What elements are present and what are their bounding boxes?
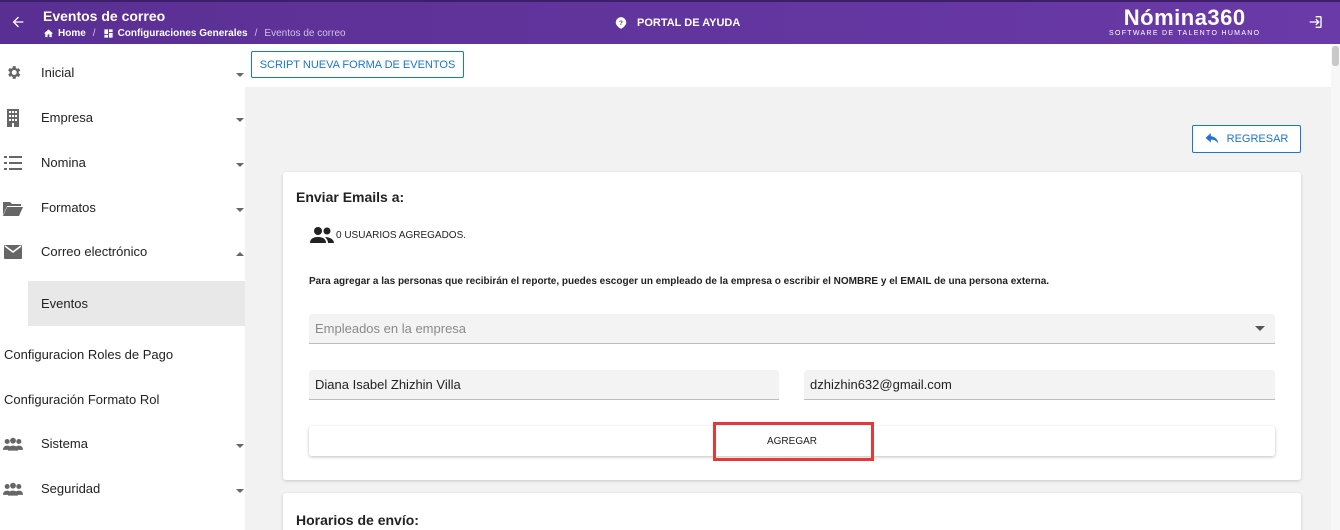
breadcrumb-home-label: Home [58, 28, 86, 39]
breadcrumb-separator: / [92, 28, 96, 39]
sidebar-item-nomina[interactable]: Nomina [0, 140, 245, 185]
sidebar-item-sistema[interactable]: Sistema [0, 421, 245, 466]
back-button[interactable]: REGRESAR [1192, 125, 1301, 153]
logout-icon[interactable] [1307, 14, 1325, 32]
sidebar-item-inicial[interactable]: Inicial [0, 50, 245, 95]
sidebar-item-label: Empresa [41, 110, 94, 125]
back-button-label: REGRESAR [1226, 133, 1289, 145]
caret-down-icon [235, 439, 245, 449]
sidebar-item-formatos[interactable]: Formatos [0, 185, 245, 230]
caret-down-icon [235, 203, 245, 213]
nomina360-logo: Nómina360 SOFTWARE DE TALENTO HUMANO [1109, 6, 1260, 38]
caret-down-icon [235, 484, 245, 494]
scrollbar-thumb[interactable] [1332, 46, 1339, 66]
group-icon [3, 479, 23, 499]
logo-tagline: SOFTWARE DE TALENTO HUMANO [1109, 30, 1261, 37]
sidebar-item-seguridad[interactable]: Seguridad [0, 466, 245, 511]
emails-card-title: Enviar Emails a: [296, 189, 405, 205]
breadcrumb-home[interactable]: Home [43, 28, 86, 39]
reply-icon [1205, 133, 1219, 144]
users-added-count: 0 USUARIOS AGREGADOS. [336, 229, 467, 241]
schedule-card-title: Horarios de envío: [296, 512, 419, 528]
help-portal-link[interactable]: ? PORTAL DE AYUDA [614, 16, 740, 30]
add-button[interactable]: AGREGAR [309, 426, 1275, 456]
sidebar-item-label: Eventos [41, 296, 88, 311]
sidebar-item-label: Inicial [41, 65, 75, 80]
name-field[interactable] [309, 370, 779, 400]
breadcrumb-config[interactable]: Configuraciones Generales [103, 28, 248, 39]
breadcrumb-current: Eventos de correo [264, 28, 346, 39]
page-title: Eventos de correo [43, 8, 166, 24]
gear-icon [3, 63, 23, 83]
help-icon: ? [615, 17, 627, 29]
list-icon [3, 153, 23, 173]
users-added-row: 0 USUARIOS AGREGADOS. [310, 226, 466, 244]
sidebar-item-label: Seguridad [41, 481, 101, 496]
svg-text:?: ? [619, 20, 623, 27]
mail-icon [3, 242, 23, 262]
sidebar-item-empresa[interactable]: Empresa [0, 95, 245, 140]
employee-select-placeholder: Empleados en la empresa [315, 321, 467, 336]
sidebar-item-label: Correo electrónico [41, 244, 148, 259]
sidebar-item-label: Nomina [41, 155, 86, 170]
help-portal-label: PORTAL DE AYUDA [637, 17, 741, 29]
building-icon [3, 108, 23, 128]
emails-card: Enviar Emails a: 0 USUARIOS AGREGADOS. P… [283, 172, 1301, 480]
sidebar-item-config-formato[interactable]: Configuración Formato Rol [0, 377, 245, 422]
schedule-card: Horarios de envío: [283, 493, 1301, 530]
sidebar-item-label: Formatos [41, 200, 96, 215]
breadcrumb: Home / Configuraciones Generales / Event… [43, 28, 346, 39]
caret-down-icon [235, 68, 245, 78]
sidebar-item-config-roles[interactable]: Configuracion Roles de Pago [0, 332, 245, 377]
instructions-text: Para agregar a las personas que recibirá… [309, 276, 1050, 287]
sidebar-item-correo[interactable]: Correo electrónico [0, 229, 245, 274]
sidebar-item-label: Configuracion Roles de Pago [4, 347, 174, 362]
people-icon [310, 227, 334, 243]
group-icon [3, 434, 23, 454]
caret-down-icon [235, 113, 245, 123]
dashboard-icon [103, 29, 113, 38]
employee-select[interactable]: Empleados en la empresa [309, 314, 1275, 344]
email-field[interactable] [804, 370, 1275, 400]
sidebar-item-label: Configuración Formato Rol [4, 392, 160, 407]
script-new-events-button[interactable]: SCRIPT NUEVA FORMA DE EVENTOS [251, 51, 464, 78]
dropdown-arrow-icon [1255, 326, 1265, 331]
scrollbar[interactable] [1331, 44, 1340, 530]
breadcrumb-separator: / [254, 28, 258, 39]
caret-down-icon [235, 158, 245, 168]
caret-up-icon [235, 247, 245, 257]
logo-brand: Nómina360 [1123, 5, 1246, 30]
breadcrumb-config-label: Configuraciones Generales [117, 28, 248, 39]
sidebar-item-label: Sistema [41, 436, 88, 451]
home-icon [43, 29, 54, 38]
sidebar-item-eventos[interactable]: Eventos [28, 281, 245, 326]
top-bar: Eventos de correo Home / Configuraciones… [0, 0, 1340, 44]
folder-open-icon [3, 198, 23, 218]
back-arrow-icon[interactable] [8, 12, 28, 32]
sidebar: Inicial Empresa Nomina Formatos Correo e… [0, 44, 245, 530]
action-strip: SCRIPT NUEVA FORMA DE EVENTOS [245, 44, 1340, 87]
